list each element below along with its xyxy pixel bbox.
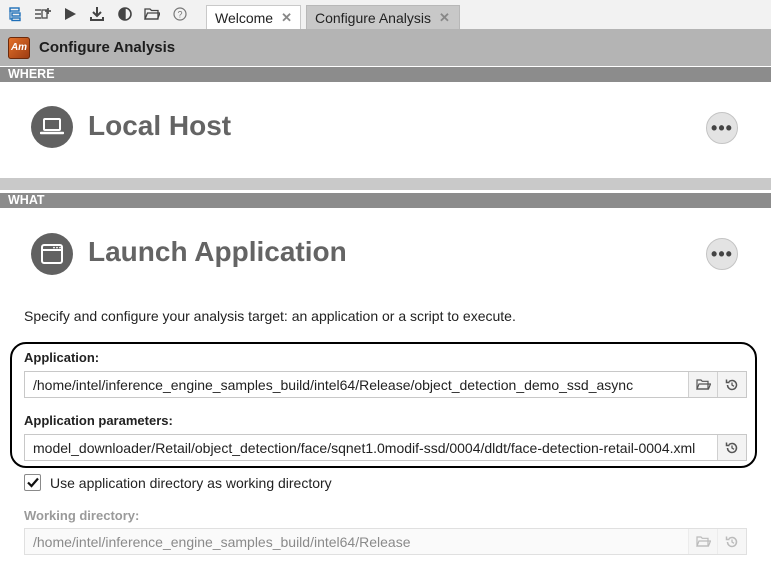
use-app-dir-checkbox[interactable] [24,474,41,491]
laptop-icon [31,106,73,148]
reset-application-button[interactable] [717,372,746,397]
application-window-icon [31,233,73,275]
working-directory-label: Working directory: [24,508,140,523]
more-icon: ••• [711,244,733,264]
application-input[interactable]: /home/intel/inference_engine_samples_bui… [25,377,688,393]
what-more-options-button[interactable]: ••• [706,238,738,270]
compare-icon[interactable] [116,5,134,23]
close-icon[interactable]: ✕ [439,10,450,26]
tab-welcome-label: Welcome [215,9,274,26]
browse-working-directory-button [688,529,717,554]
more-icon: ••• [711,118,733,138]
help-icon[interactable]: ? [171,5,189,23]
page-title: Configure Analysis [39,39,176,56]
reset-history-icon [725,536,738,547]
working-directory-input: /home/intel/inference_engine_samples_bui… [33,533,411,550]
use-app-dir-label[interactable]: Use application directory as working dir… [50,475,332,491]
application-field[interactable]: /home/intel/inference_engine_samples_bui… [24,371,747,398]
where-section-header: WHERE [0,67,771,82]
where-heading[interactable]: Local Host [88,110,231,142]
what-description: Specify and configure your analysis targ… [24,308,516,324]
tab-welcome[interactable]: Welcome ✕ [206,5,301,29]
what-heading[interactable]: Launch Application [88,236,347,268]
folder-open-icon [695,378,711,390]
application-parameters-input[interactable]: model_downloader/Retail/object_detection… [25,440,717,456]
new-analysis-icon[interactable] [33,5,51,23]
where-more-options-button[interactable]: ••• [706,112,738,144]
reset-working-directory-button [717,529,746,554]
reset-history-icon [725,442,738,453]
application-parameters-label: Application parameters: [24,413,173,428]
analysis-title-bar: Am Configure Analysis [0,29,771,66]
application-label: Application: [24,350,100,365]
download-icon[interactable] [88,5,106,23]
app-logo-icon: Am [8,36,30,59]
open-result-icon[interactable] [143,5,161,23]
browse-application-button[interactable] [688,372,717,397]
checkmark-icon [26,477,39,488]
close-icon[interactable]: ✕ [281,10,292,26]
section-divider [0,178,771,190]
reset-history-icon [725,379,738,390]
reset-parameters-button[interactable] [717,435,746,460]
tab-configure-analysis[interactable]: Configure Analysis ✕ [306,5,460,29]
run-icon[interactable] [61,5,79,23]
tab-configure-analysis-label: Configure Analysis [315,9,431,26]
application-parameters-field[interactable]: model_downloader/Retail/object_detection… [24,434,747,461]
project-navigator-icon[interactable] [6,5,24,23]
working-directory-field: /home/intel/inference_engine_samples_bui… [24,528,747,555]
folder-open-icon [695,535,711,547]
main-toolbar: ? Welcome ✕ Configure Analysis ✕ [0,0,771,29]
svg-text:?: ? [177,10,182,20]
what-section-header: WHAT [0,193,771,208]
